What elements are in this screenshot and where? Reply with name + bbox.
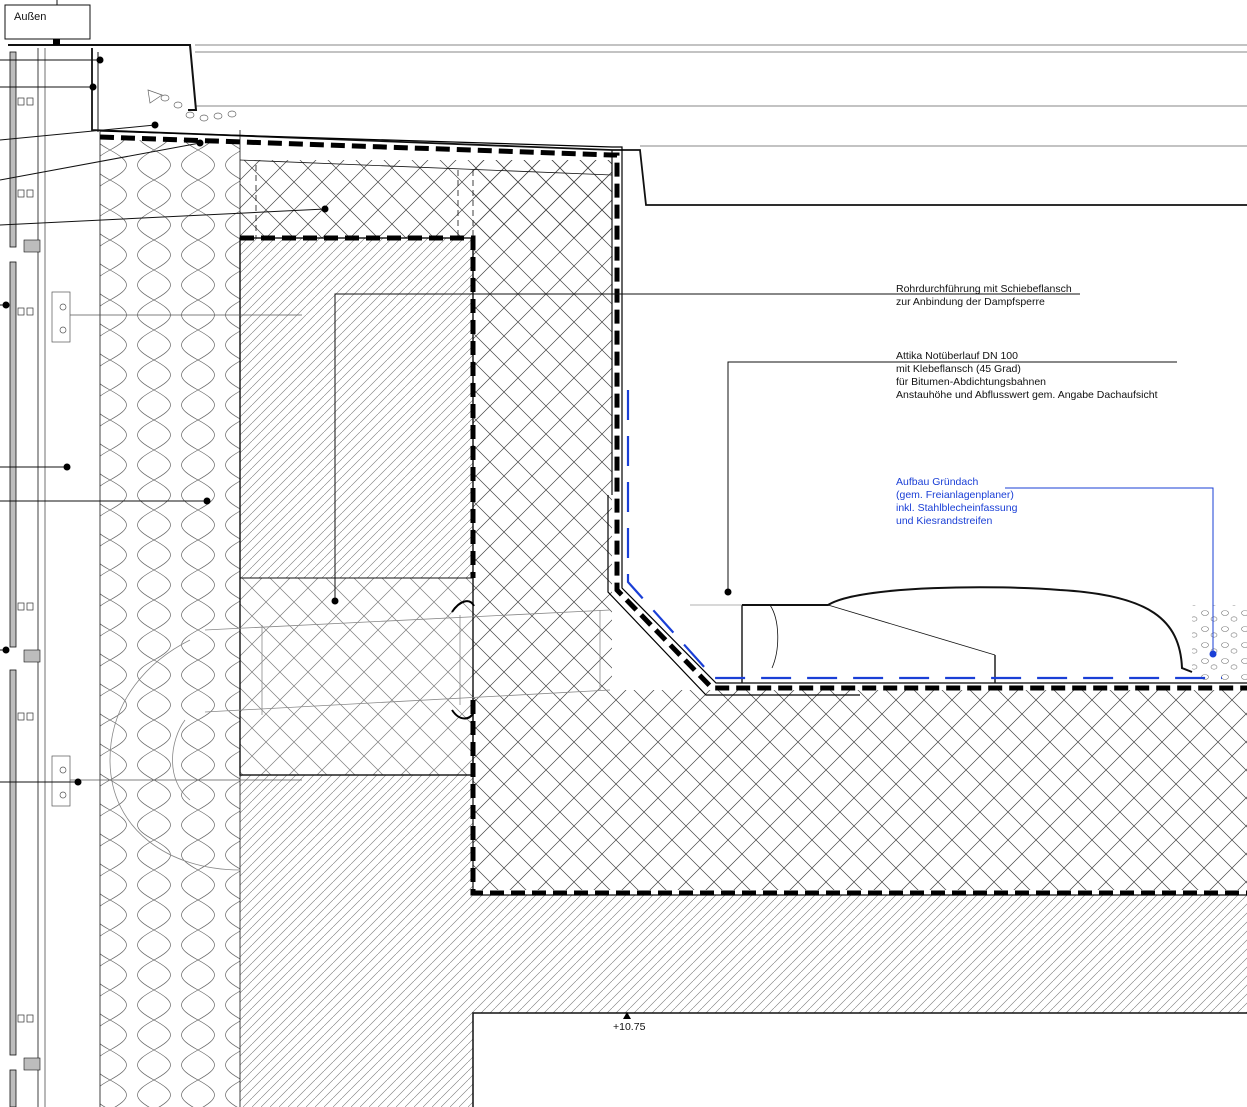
green-roof-leader — [1005, 487, 1214, 653]
pipe-penetration-line1: Rohrdurchführung mit Schiebeflansch — [896, 283, 1072, 295]
slab-lower — [473, 895, 1247, 1013]
callout-overflow: Attika Notüberlauf DN 100 mit Klebeflans… — [896, 350, 1158, 401]
overflow-line3: für Bitumen-Abdichtungsbahnen — [896, 376, 1046, 388]
parapet-gravel — [147, 89, 237, 122]
green-roof-leader-dot — [1209, 650, 1217, 658]
overflow-line2: mit Klebeflansch (45 Grad) — [896, 363, 1021, 375]
green-roof-line1: Aufbau Gründach — [896, 476, 978, 488]
gravel-strip — [1192, 605, 1247, 680]
facade-cladding — [9, 48, 46, 1107]
section-detail-drawing: Außen Rohrdurchführung mit Schiebeflansc… — [0, 0, 1247, 1107]
level-marker-label: +10.75 — [613, 1021, 646, 1033]
callout-pipe-penetration: Rohrdurchführung mit Schiebeflansch zur … — [896, 283, 1072, 308]
wall-lower — [240, 775, 473, 1107]
pipe-penetration-line2: zur Anbindung der Dampfsperre — [896, 296, 1045, 308]
room-tag-label: Außen — [14, 11, 46, 23]
roof-slab — [473, 690, 1247, 890]
wall-inner-block — [240, 238, 473, 578]
wall-inner-block-lower — [240, 578, 473, 775]
callout-green-roof: Aufbau Gründach (gem. Freianlagenplaner)… — [896, 476, 1018, 527]
green-roof-line4: und Kiesrandstreifen — [896, 515, 992, 527]
room-tag: Außen — [4, 0, 91, 45]
green-roof-outline — [626, 390, 1222, 680]
overflow-line4: Anstauhöhe und Abflusswert gem. Angabe D… — [896, 389, 1158, 401]
facade-insulation — [100, 140, 240, 1107]
green-roof-line2: (gem. Freianlagenplaner) — [896, 489, 1014, 501]
facade-clip-markers — [17, 97, 34, 1023]
overflow-outlet — [690, 586, 1193, 683]
overflow-line1: Attika Notüberlauf DN 100 — [896, 350, 1018, 362]
green-roof-line3: inkl. Stahlblecheinfassung — [896, 502, 1018, 514]
parapet-wall-concrete — [473, 160, 612, 690]
level-marker: +10.75 — [613, 1012, 646, 1033]
